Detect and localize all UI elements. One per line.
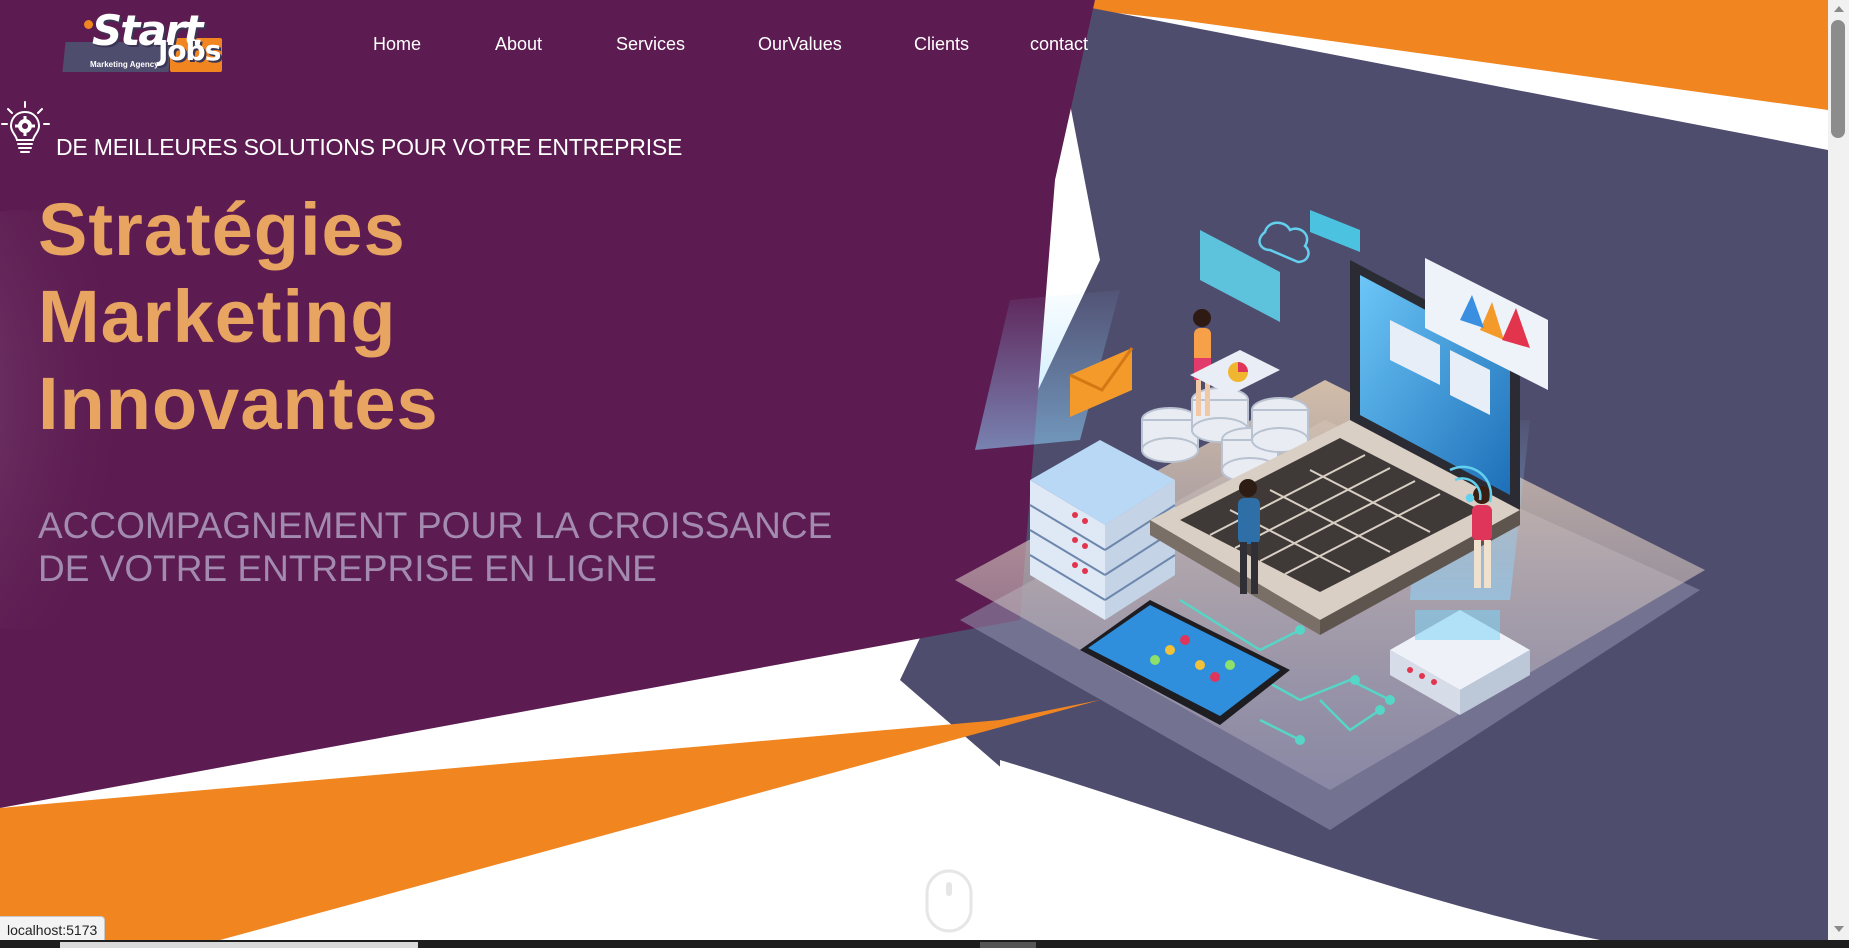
hero-headline: Stratégies Marketing Innovantes (38, 186, 439, 447)
isometric-digital-marketing-illustration (955, 210, 1705, 830)
nav-home-link[interactable]: Home (373, 34, 421, 55)
hero-subheadline: ACCOMPAGNEMENT POUR LA CROISSANCE DE VOT… (38, 504, 832, 590)
lightbulb-gear-icon (1, 101, 50, 153)
start-jobs-logo[interactable]: Start Jobs Marketing Agency (60, 6, 230, 74)
page-viewport: Start Jobs Marketing Agency Home About S… (0, 0, 1828, 940)
subheadline-line: DE VOTRE ENTREPRISE EN LIGNE (38, 548, 657, 589)
hero-tagline: DE MEILLEURES SOLUTIONS POUR VOTRE ENTRE… (56, 134, 683, 160)
vertical-scroll-thumb[interactable] (1831, 20, 1845, 138)
horizontal-scroll-marker (980, 942, 1036, 948)
scroll-up-icon[interactable] (1834, 6, 1844, 12)
scrollbar-corner (1828, 940, 1849, 948)
headline-line: Stratégies (38, 188, 406, 271)
scroll-mouse-icon[interactable] (924, 868, 974, 934)
nav-clients-link[interactable]: Clients (914, 34, 969, 55)
logo-word-jobs: Jobs (158, 34, 221, 67)
scroll-down-icon[interactable] (1834, 926, 1844, 932)
headline-line: Marketing (38, 275, 397, 358)
nav-ourvalues-link[interactable]: OurValues (758, 34, 842, 55)
subheadline-line: ACCOMPAGNEMENT POUR LA CROISSANCE (38, 505, 833, 546)
vertical-scrollbar[interactable] (1828, 0, 1849, 940)
logo-subtitle: Marketing Agency (90, 60, 159, 69)
horizontal-scroll-thumb[interactable] (60, 942, 418, 948)
nav-about-link[interactable]: About (495, 34, 542, 55)
headline-line: Innovantes (38, 362, 439, 445)
nav-contact-link[interactable]: contact (1030, 34, 1088, 55)
nav-services-link[interactable]: Services (616, 34, 685, 55)
cloud-outline (1258, 221, 1310, 264)
horizontal-scrollbar[interactable] (0, 940, 1828, 948)
